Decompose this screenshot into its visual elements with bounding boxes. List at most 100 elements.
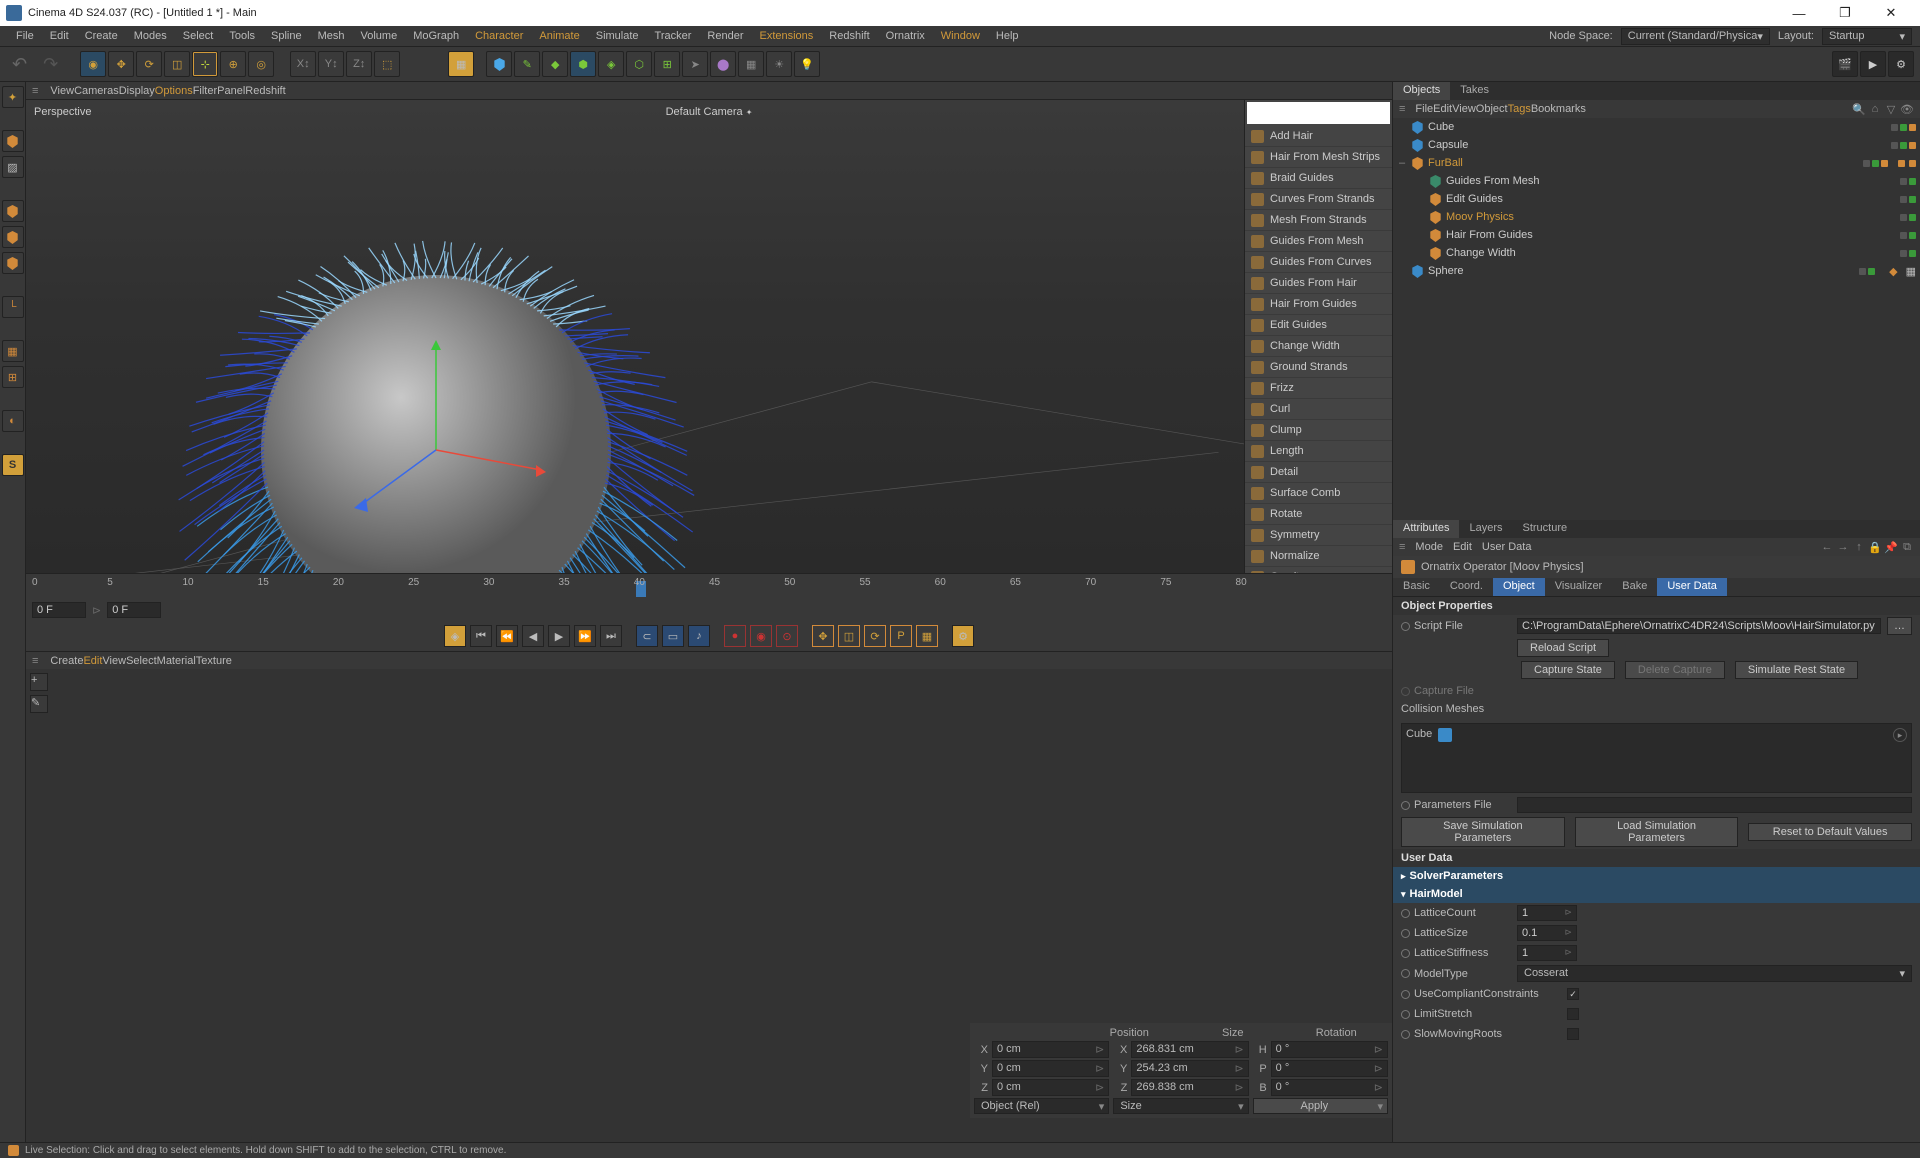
eye-icon[interactable]: 👁 (1900, 102, 1914, 116)
ornatrix-item-frizz[interactable]: Frizz (1245, 378, 1392, 399)
ornatrix-item-curves-from-strands[interactable]: Curves From Strands (1245, 189, 1392, 210)
menu-redshift[interactable]: Redshift (821, 27, 877, 45)
ornatrix-item-edit-guides[interactable]: Edit Guides (1245, 315, 1392, 336)
menu-extensions[interactable]: Extensions (751, 27, 821, 45)
ornatrix-item-symmetry[interactable]: Symmetry (1245, 525, 1392, 546)
view-menu-filter[interactable]: Filter (193, 85, 217, 97)
add-deformer[interactable]: ⬢ (570, 51, 596, 77)
ornatrix-item-clump[interactable]: Clump (1245, 420, 1392, 441)
range-toggle[interactable]: ▭ (662, 625, 684, 647)
view-menu-cameras[interactable]: Cameras (74, 85, 119, 97)
tab-objects[interactable]: Objects (1393, 82, 1450, 100)
key-param[interactable]: P (890, 625, 912, 647)
subtab-coord[interactable]: Coord. (1440, 578, 1493, 596)
subtab-visualizer[interactable]: Visualizer (1545, 578, 1613, 596)
attr-menu-userdata[interactable]: User Data (1482, 541, 1532, 553)
place-tool[interactable]: ⊹ (192, 51, 218, 77)
pin-icon[interactable]: 📌 (1884, 540, 1898, 554)
record-auto[interactable]: ◉ (750, 625, 772, 647)
ornatrix-item-detail[interactable]: Detail (1245, 462, 1392, 483)
snap-toggle[interactable]: ⊞ (2, 366, 24, 388)
field-latticecount[interactable]: 1⊳ (1517, 905, 1577, 921)
attr-menu-mode[interactable]: Mode (1415, 541, 1443, 553)
key-pos[interactable]: ✥ (812, 625, 834, 647)
scale-tool[interactable]: ◫ (164, 51, 190, 77)
add-camera[interactable]: ➤ (682, 51, 708, 77)
attr-menu-edit[interactable]: Edit (1453, 541, 1472, 553)
add-cube[interactable] (486, 51, 512, 77)
parameters-file-field[interactable] (1517, 797, 1912, 813)
mat-menu-create[interactable]: Create (50, 655, 83, 667)
pos-z[interactable]: 0 cm⊳ (992, 1079, 1109, 1096)
menu-animate[interactable]: Animate (531, 27, 587, 45)
capture-state-button[interactable]: Capture State (1521, 661, 1615, 679)
goto-start[interactable]: ⏮ (470, 625, 492, 647)
menu-modes[interactable]: Modes (126, 27, 175, 45)
rotate-tool[interactable]: ⟳ (136, 51, 162, 77)
ornatrix-item-add-hair[interactable]: Add Hair (1245, 126, 1392, 147)
script-file-browse[interactable]: … (1887, 617, 1912, 635)
size-z[interactable]: 269.838 cm⊳ (1131, 1079, 1248, 1096)
mat-menu-view[interactable]: View (102, 655, 126, 667)
move-tool[interactable]: ✥ (108, 51, 134, 77)
axis-mode[interactable]: └ (2, 296, 24, 318)
menu-file[interactable]: File (8, 27, 42, 45)
menu-window[interactable]: Window (933, 27, 988, 45)
pos-x[interactable]: 0 cm⊳ (992, 1041, 1109, 1058)
ornatrix-item-guides-from-hair[interactable]: Guides From Hair (1245, 273, 1392, 294)
object-mode[interactable] (2, 130, 24, 152)
ornatrix-item-ground-strands[interactable]: Ground Strands (1245, 357, 1392, 378)
ornatrix-item-guides-from-mesh[interactable]: Guides From Mesh (1245, 231, 1392, 252)
menu-edit[interactable]: Edit (42, 27, 77, 45)
add-sky[interactable]: ☀ (766, 51, 792, 77)
sound-toggle[interactable]: ♪ (688, 625, 710, 647)
group-solver-params[interactable]: SolverParameters (1393, 867, 1920, 885)
tree-item-capsule[interactable]: Capsule (1393, 136, 1920, 154)
add-field[interactable]: ◈ (598, 51, 624, 77)
record-key[interactable]: ● (724, 625, 746, 647)
ornatrix-search[interactable] (1247, 102, 1390, 124)
obj-menu-view[interactable]: View (1452, 103, 1476, 115)
menu-mesh[interactable]: Mesh (310, 27, 353, 45)
node-space-combo[interactable]: Current (Standard/Physica▾ (1621, 28, 1770, 45)
rot-b[interactable]: 0 °⊳ (1271, 1079, 1388, 1096)
model-type-select[interactable]: Cosserat▾ (1517, 965, 1912, 982)
tree-item-change-width[interactable]: Change Width (1393, 244, 1920, 262)
tree-item-guides-from-mesh[interactable]: Guides From Mesh (1393, 172, 1920, 190)
menu-select[interactable]: Select (175, 27, 222, 45)
key-pla[interactable]: ▦ (916, 625, 938, 647)
record-sel[interactable]: ⊙ (776, 625, 798, 647)
timeline[interactable]: 05101520253035404550556065707580 (26, 573, 1392, 599)
filter-icon[interactable]: ▽ (1884, 102, 1898, 116)
size-x[interactable]: 268.831 cm⊳ (1131, 1041, 1248, 1058)
coord-tool[interactable]: ◎ (248, 51, 274, 77)
ornatrix-item-guides-from-curves[interactable]: Guides From Curves (1245, 252, 1392, 273)
render-view[interactable]: ▦ (448, 51, 474, 77)
view-menu-display[interactable]: Display (119, 85, 155, 97)
undo-button[interactable]: ↶ (6, 54, 33, 75)
x-axis-lock[interactable]: X↕ (290, 51, 316, 77)
add-null[interactable]: 💡 (794, 51, 820, 77)
menu-render[interactable]: Render (699, 27, 751, 45)
tree-item-furball[interactable]: –FurBall (1393, 154, 1920, 172)
obj-menu-tags[interactable]: Tags (1508, 103, 1531, 115)
close-button[interactable]: ✕ (1868, 0, 1914, 26)
workplane[interactable]: ◐ (2, 410, 24, 432)
y-axis-lock[interactable]: Y↕ (318, 51, 344, 77)
tree-item-cube[interactable]: Cube (1393, 118, 1920, 136)
poly-mode[interactable] (2, 252, 24, 274)
texture-mode[interactable]: ▨ (2, 156, 24, 178)
subtab-object[interactable]: Object (1493, 578, 1545, 596)
view-menu-redshift[interactable]: Redshift (245, 85, 285, 97)
delete-capture-button[interactable]: Delete Capture (1625, 661, 1725, 679)
add-mograph[interactable]: ⊞ (654, 51, 680, 77)
load-sim-button[interactable]: Load Simulation Parameters (1575, 817, 1739, 847)
point-mode[interactable] (2, 200, 24, 222)
field-latticestiffness[interactable]: 1⊳ (1517, 945, 1577, 961)
menu-mograph[interactable]: MoGraph (405, 27, 467, 45)
tree-item-moov-physics[interactable]: Moov Physics (1393, 208, 1920, 226)
autokey-toggle[interactable]: ◈ (444, 625, 466, 647)
live-selection-tool[interactable]: ◉ (80, 51, 106, 77)
field-latticesize[interactable]: 0.1⊳ (1517, 925, 1577, 941)
mat-edit[interactable]: ✎ (30, 695, 48, 713)
